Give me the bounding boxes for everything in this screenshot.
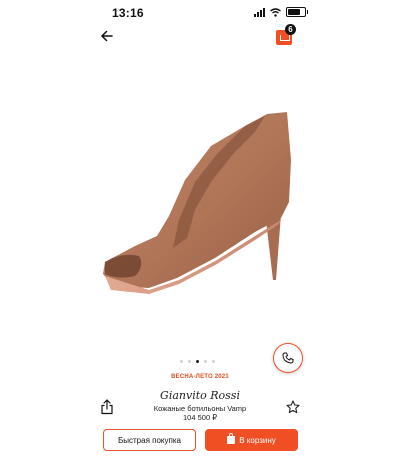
share-icon [101, 399, 113, 415]
cart-button[interactable]: 6 [276, 24, 296, 46]
gallery-dot[interactable] [212, 360, 215, 363]
quick-buy-button[interactable]: Быстрая покупка [103, 429, 196, 451]
star-icon [286, 400, 300, 414]
share-button[interactable] [100, 399, 114, 415]
status-bar: 13:16 [0, 0, 400, 24]
gallery-dot[interactable] [204, 360, 207, 363]
battery-icon [286, 7, 308, 17]
product-name: Кожаные ботильоны Vamp [153, 404, 247, 413]
wifi-icon [270, 7, 281, 17]
gallery-dot[interactable] [196, 360, 199, 363]
add-to-cart-button[interactable]: В корзину [205, 429, 298, 451]
season-label: ВЕСНА-ЛЕТО 2021 [171, 374, 229, 380]
add-to-cart-label: В корзину [239, 435, 276, 445]
brand-name[interactable]: Gianvito Rossi [0, 389, 400, 402]
status-icons [254, 7, 308, 17]
back-arrow-icon [101, 30, 113, 42]
product-price: 104 500 ₽ [183, 413, 217, 422]
gallery-dot[interactable] [188, 360, 191, 363]
status-time: 13:16 [112, 6, 144, 20]
back-button[interactable] [97, 27, 117, 45]
bag-icon [227, 433, 236, 444]
product-image[interactable] [95, 62, 307, 352]
quick-buy-label: Быстрая покупка [118, 435, 181, 445]
cart-count-badge: 6 [285, 24, 296, 35]
favorite-button[interactable] [286, 400, 300, 414]
shoe-image [103, 112, 291, 294]
call-button[interactable] [273, 343, 303, 373]
gallery-dot[interactable] [180, 360, 183, 363]
phone-icon [282, 352, 294, 364]
cellular-signal-icon [254, 7, 265, 17]
gallery-pagination [180, 360, 215, 363]
battery-level [288, 9, 300, 15]
